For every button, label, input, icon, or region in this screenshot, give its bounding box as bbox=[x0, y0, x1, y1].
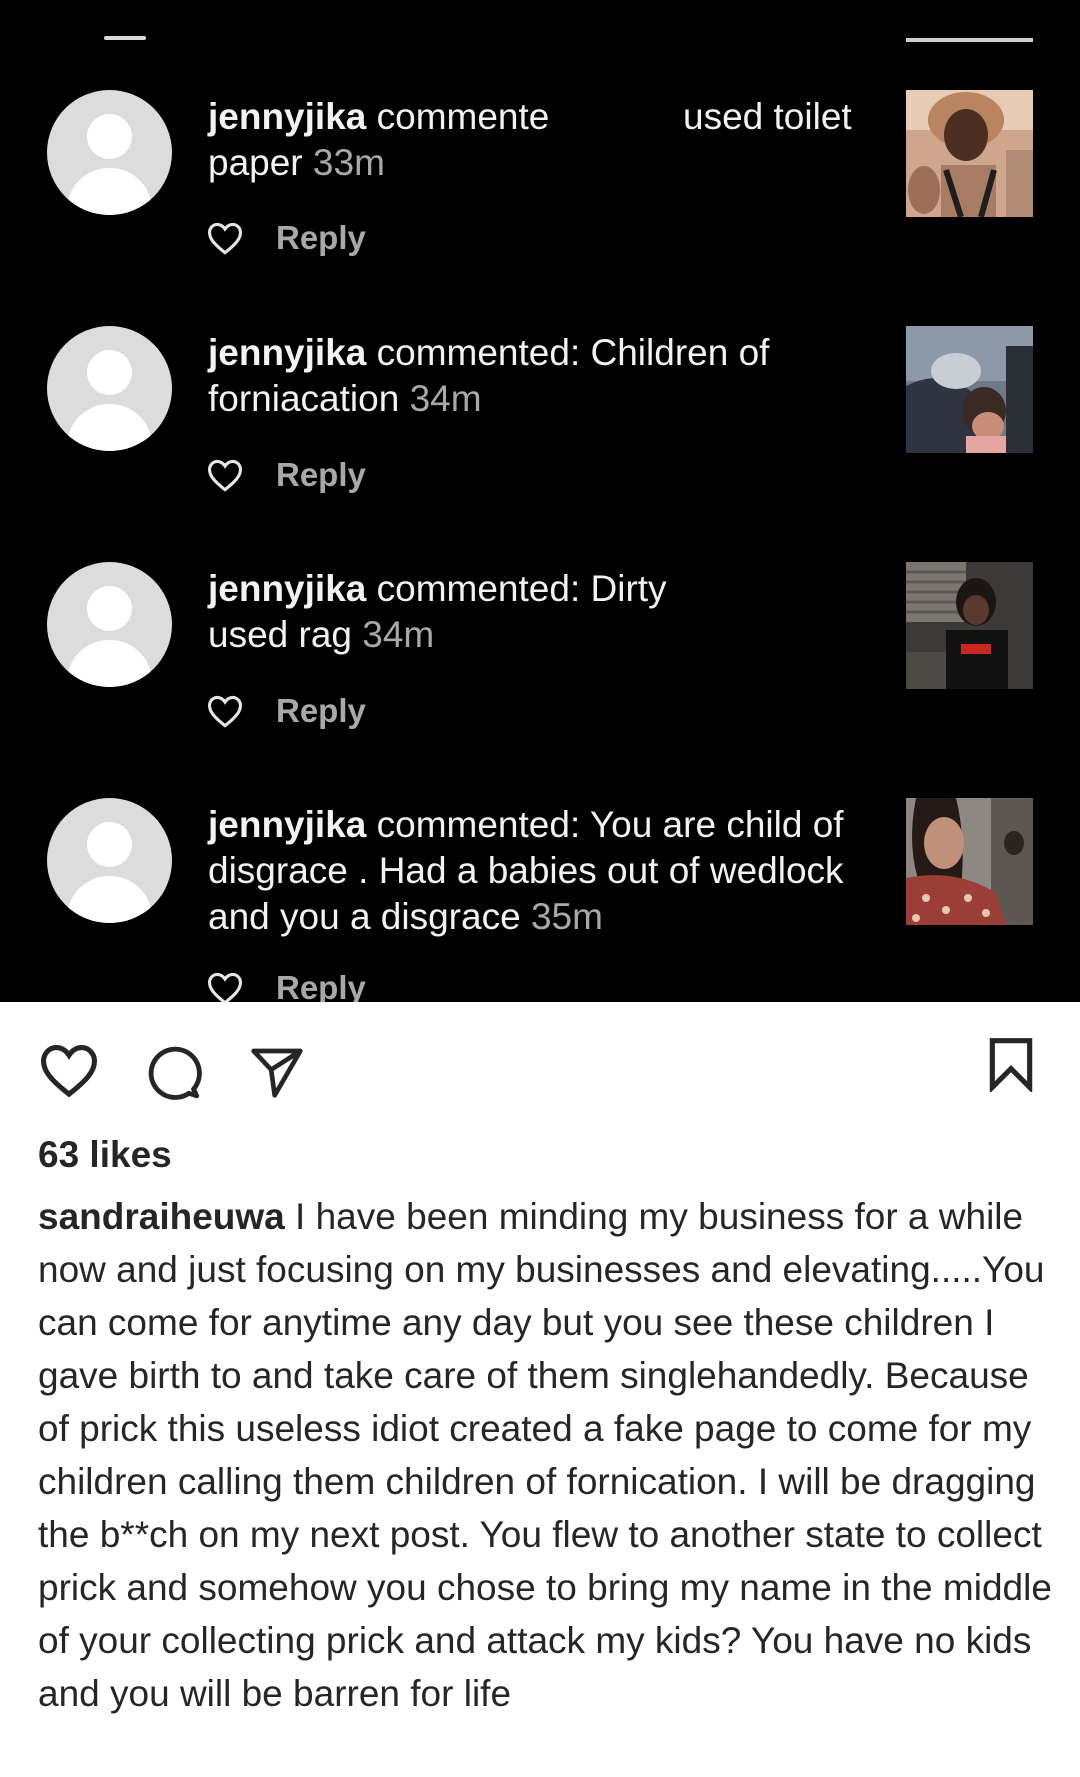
post-caption: sandraiheuwa I have been minding my busi… bbox=[38, 1190, 1053, 1720]
reply-button[interactable]: Reply bbox=[276, 969, 366, 1002]
post-thumbnail[interactable] bbox=[906, 326, 1033, 453]
thumbnail-photo-woman-selfie bbox=[906, 90, 1033, 217]
screenshot-root: jennyjika commente used toilet paper 33m… bbox=[0, 0, 1080, 1777]
notification-time: 33m bbox=[312, 142, 385, 183]
notification-username[interactable]: jennyjika bbox=[208, 568, 366, 609]
reply-button[interactable]: Reply bbox=[276, 456, 366, 494]
heart-outline-icon[interactable] bbox=[206, 458, 244, 492]
default-avatar-icon[interactable] bbox=[47, 90, 172, 215]
notification-actions: Reply bbox=[206, 218, 366, 258]
cropped-element-remnant bbox=[104, 36, 146, 40]
cropped-thumbnail-remnant bbox=[906, 38, 1033, 42]
notification-time: 34m bbox=[409, 378, 482, 419]
notification-username[interactable]: jennyjika bbox=[208, 96, 366, 137]
notification-item[interactable]: jennyjika commented: Dirty used rag 34m … bbox=[0, 562, 1080, 782]
notification-text: jennyjika commente used toilet paper 33m bbox=[208, 94, 878, 186]
post-action-bar bbox=[0, 1002, 1080, 1122]
thumbnail-photo-woman-indoors bbox=[906, 562, 1033, 689]
reply-button[interactable]: Reply bbox=[276, 692, 366, 730]
paper-plane-icon[interactable] bbox=[248, 1044, 306, 1100]
notification-username[interactable]: jennyjika bbox=[208, 332, 366, 373]
thumbnail-photo-child-car bbox=[906, 326, 1033, 453]
heart-outline-icon[interactable] bbox=[206, 971, 244, 1002]
caption-username[interactable]: sandraiheuwa bbox=[38, 1196, 285, 1237]
notification-username[interactable]: jennyjika bbox=[208, 804, 366, 845]
notifications-panel: jennyjika commente used toilet paper 33m… bbox=[0, 0, 1080, 1002]
notification-actions: Reply bbox=[206, 691, 366, 731]
heart-outline-icon[interactable] bbox=[206, 221, 244, 255]
post-thumbnail[interactable] bbox=[906, 90, 1033, 217]
default-avatar-icon[interactable] bbox=[47, 798, 172, 923]
notification-actions: Reply bbox=[206, 968, 366, 1002]
notification-time: 34m bbox=[362, 614, 435, 655]
heart-icon[interactable] bbox=[38, 1042, 100, 1098]
caption-text: I have been minding my business for a wh… bbox=[38, 1196, 1052, 1714]
heart-outline-icon[interactable] bbox=[206, 694, 244, 728]
default-avatar-icon[interactable] bbox=[47, 326, 172, 451]
notification-actions: Reply bbox=[206, 455, 366, 495]
notification-item[interactable]: jennyjika commented: You are child of di… bbox=[0, 798, 1080, 1002]
thumbnail-photo-woman-floral bbox=[906, 798, 1033, 925]
default-avatar-icon[interactable] bbox=[47, 562, 172, 687]
notification-item[interactable]: jennyjika commented: Children of forniac… bbox=[0, 326, 1080, 546]
post-thumbnail[interactable] bbox=[906, 562, 1033, 689]
likes-count[interactable]: 63 likes bbox=[38, 1134, 172, 1176]
post-thumbnail[interactable] bbox=[906, 798, 1033, 925]
notification-text: jennyjika commented: Children of forniac… bbox=[208, 330, 878, 422]
bookmark-icon[interactable] bbox=[986, 1036, 1036, 1092]
notification-text: jennyjika commented: You are child of di… bbox=[208, 802, 878, 940]
notification-time: 35m bbox=[530, 896, 603, 937]
notification-text: jennyjika commented: Dirty used rag 34m bbox=[208, 566, 878, 658]
notification-item[interactable]: jennyjika commente used toilet paper 33m… bbox=[0, 90, 1080, 310]
comment-bubble-icon[interactable] bbox=[144, 1042, 202, 1100]
reply-button[interactable]: Reply bbox=[276, 219, 366, 257]
